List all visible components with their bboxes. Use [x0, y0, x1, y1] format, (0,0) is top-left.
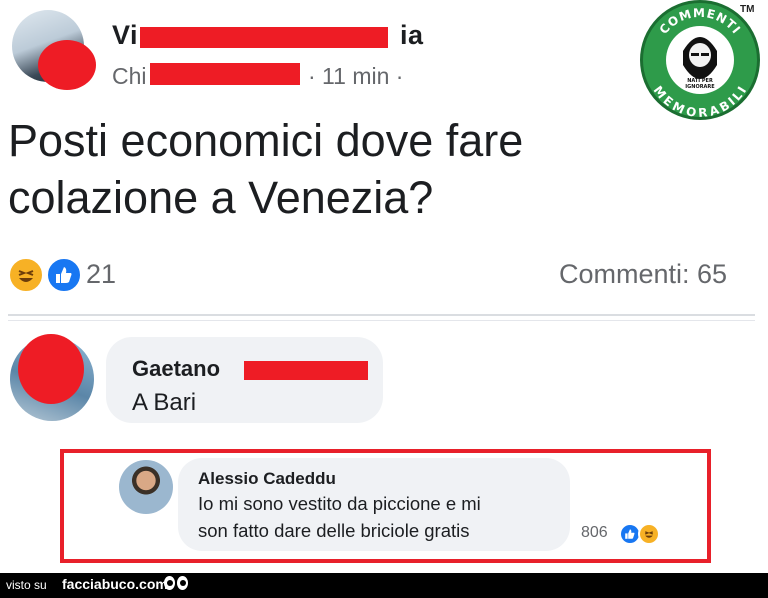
- logo-trademark: TM: [740, 4, 755, 15]
- footer-visto-su: visto su: [6, 578, 47, 592]
- post-text: Posti economici dove fare colazione a Ve…: [8, 112, 628, 226]
- post-reactions[interactable]: [8, 257, 82, 293]
- post-divider-secondary: [8, 320, 755, 321]
- redaction-comment-author: [244, 361, 368, 380]
- eyes-icon: [164, 576, 190, 592]
- post-divider: [8, 314, 755, 316]
- commenti-memorabili-logo: NATI PER IGNORARE COMMENTI MEMORABILI: [640, 0, 760, 120]
- redaction-author-name: [140, 27, 388, 48]
- reply-author-avatar[interactable]: [119, 460, 173, 514]
- post-subtitle-start: Chi: [112, 63, 147, 89]
- author-name-start: Vi: [112, 20, 139, 50]
- post-text-line-2: colazione a Venezia?: [8, 172, 434, 223]
- redaction-comment-avatar: [18, 334, 84, 404]
- like-thumb-icon: [46, 257, 82, 293]
- footer-site-link[interactable]: facciabuco.com: [62, 576, 168, 592]
- logo-icon: NATI PER IGNORARE COMMENTI MEMORABILI: [651, 6, 749, 117]
- haha-emoji-icon: [8, 257, 44, 293]
- post-meta: Chi · 11 min ·: [112, 63, 403, 90]
- reply-text-line-1: Io mi sono vestito da piccione e mi: [198, 493, 481, 514]
- post-author-name[interactable]: Vi ia: [112, 20, 423, 51]
- reply-text-line-2: son fatto dare delle briciole gratis: [198, 520, 470, 541]
- reactions-count[interactable]: 21: [86, 259, 116, 290]
- reply-reaction-count[interactable]: 806: [581, 524, 608, 542]
- reply-author-name[interactable]: Alessio Cadeddu: [198, 469, 336, 489]
- comment-text: A Bari: [132, 389, 197, 416]
- logo-tagline-2: IGNORARE: [685, 84, 715, 90]
- redaction-subtitle: [150, 63, 300, 85]
- reply-haha-icon: [638, 523, 660, 545]
- post-text-line-1: Posti economici dove fare: [8, 115, 524, 166]
- comments-count[interactable]: Commenti: 65: [559, 259, 727, 290]
- comment-author-name[interactable]: Gaetano: [132, 356, 220, 382]
- redaction-avatar-mark: [38, 40, 96, 90]
- post-time[interactable]: · 11 min ·: [308, 63, 403, 90]
- author-name-end: ia: [400, 20, 424, 50]
